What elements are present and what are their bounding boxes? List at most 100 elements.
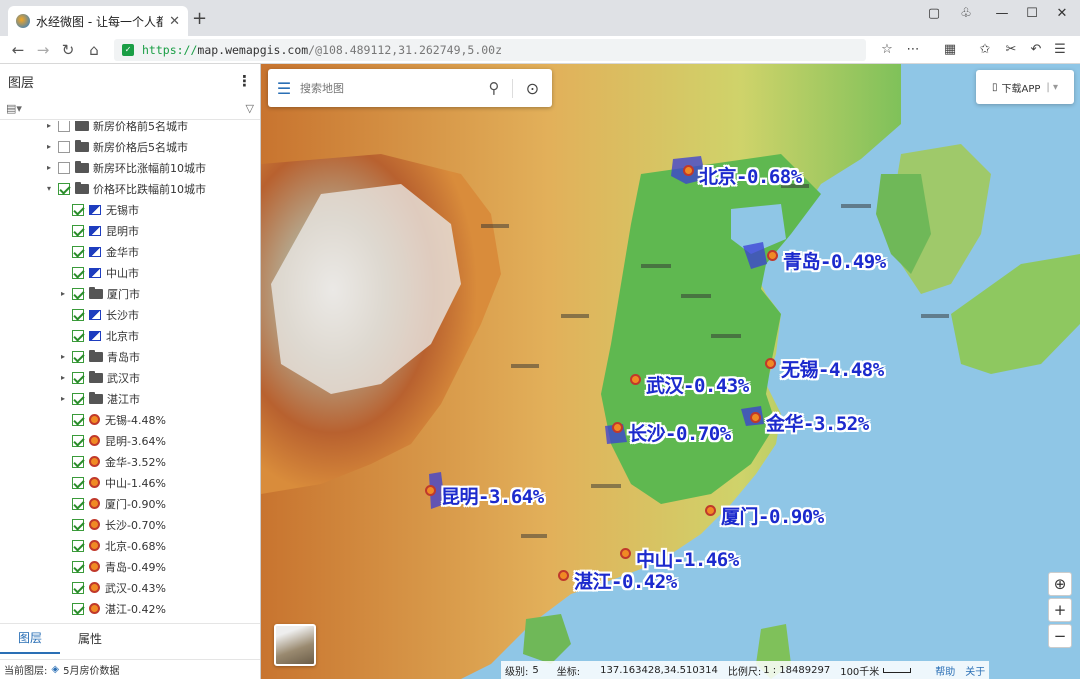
tab-properties[interactable]: 属性 (60, 625, 120, 653)
basemap-switcher-thumbnail[interactable] (274, 624, 316, 666)
layer-tree-item[interactable]: 中山-1.46% (0, 472, 166, 493)
layer-visibility-checkbox[interactable] (72, 560, 84, 573)
maximize-icon[interactable]: ☐ (1016, 0, 1048, 26)
close-tab-icon[interactable]: ✕ (169, 14, 180, 29)
layer-visibility-checkbox[interactable] (72, 518, 84, 531)
layer-tree-item[interactable]: 青岛-0.49% (0, 556, 166, 577)
layer-visibility-checkbox[interactable] (72, 245, 84, 258)
city-marker-icon[interactable] (630, 374, 641, 385)
layer-visibility-checkbox[interactable] (58, 121, 70, 132)
map-menu-icon[interactable]: ☰ (268, 79, 300, 98)
map-search-input[interactable] (300, 81, 476, 95)
layer-visibility-checkbox[interactable] (72, 371, 84, 384)
scissors-icon[interactable]: ✂ (1001, 40, 1021, 60)
layer-tree-item[interactable]: 无锡市 (0, 199, 139, 220)
browser-menu-icon[interactable]: ☰ (1050, 40, 1070, 60)
layer-tree-item[interactable]: 昆明-3.64% (0, 430, 166, 451)
filter-icon[interactable]: ▽ (246, 102, 254, 115)
layer-visibility-checkbox[interactable] (72, 203, 84, 216)
layer-tree-item[interactable]: 金华市 (0, 241, 139, 262)
layer-visibility-checkbox[interactable] (72, 539, 84, 552)
layer-visibility-checkbox[interactable] (72, 224, 84, 237)
browser-tab[interactable]: 水经微图 - 让每一个人都有自 ✕ (8, 6, 188, 36)
close-window-icon[interactable]: ✕ (1046, 0, 1078, 26)
layer-visibility-checkbox[interactable] (72, 455, 84, 468)
skin-icon[interactable]: ♧ (950, 0, 982, 26)
layer-tree-item[interactable]: 无锡-4.48% (0, 409, 166, 430)
layer-visibility-checkbox[interactable] (58, 161, 70, 174)
zoom-in-button[interactable]: + (1048, 598, 1072, 622)
layer-tree-item[interactable]: ▸ 武汉市 (0, 367, 140, 388)
layer-visibility-checkbox[interactable] (72, 434, 84, 447)
layer-tree-item[interactable]: 长沙-0.70% (0, 514, 166, 535)
layer-tree-item[interactable]: ▸ 青岛市 (0, 346, 140, 367)
layer-tree-item[interactable]: 中山市 (0, 262, 139, 283)
reload-icon[interactable]: ↻ (58, 40, 78, 60)
layer-visibility-checkbox[interactable] (72, 476, 84, 489)
more-dots-icon[interactable]: ⋯ (903, 40, 923, 60)
locate-me-icon[interactable]: ⊕ (1048, 572, 1072, 596)
layer-tree-item[interactable]: 武汉-0.43% (0, 577, 166, 598)
city-marker-icon[interactable] (683, 165, 694, 176)
layer-visibility-checkbox[interactable] (72, 497, 84, 510)
expand-arrow-icon[interactable]: ▸ (44, 163, 54, 172)
apps-grid-icon[interactable]: ▦ (940, 40, 960, 60)
layer-visibility-checkbox[interactable] (72, 329, 84, 342)
layer-visibility-checkbox[interactable] (58, 140, 70, 153)
panel-more-icon[interactable]: ⋮ (237, 72, 252, 90)
layer-tree-item[interactable]: ▸ 新房价格前5名城市 (0, 121, 188, 136)
layer-visibility-checkbox[interactable] (72, 392, 84, 405)
city-marker-icon[interactable] (620, 548, 631, 559)
about-link[interactable]: 关于 (965, 663, 985, 678)
layer-tree-item[interactable]: 厦门-0.90% (0, 493, 166, 514)
layer-tree-item[interactable]: 北京-0.68% (0, 535, 166, 556)
layer-visibility-checkbox[interactable] (72, 266, 84, 279)
city-marker-icon[interactable] (750, 412, 761, 423)
layer-tree-item[interactable]: ▸ 新房价格后5名城市 (0, 136, 188, 157)
city-marker-icon[interactable] (705, 505, 716, 516)
city-marker-icon[interactable] (767, 250, 778, 261)
layer-tree-item[interactable]: ▾ 价格环比跌幅前10城市 (0, 178, 206, 199)
layer-tree-item[interactable]: 北京市 (0, 325, 139, 346)
layer-tree-item[interactable]: 昆明市 (0, 220, 139, 241)
expand-arrow-icon[interactable]: ▸ (58, 352, 68, 361)
tab-layers[interactable]: 图层 (0, 624, 60, 654)
url-field[interactable]: ✓ https://map.wemapgis.com/@108.489112,3… (114, 39, 866, 61)
expand-arrow-icon[interactable]: ▾ (44, 184, 54, 193)
city-marker-icon[interactable] (612, 422, 623, 433)
layer-list-icon[interactable]: ▤▾ (6, 102, 22, 115)
expand-arrow-icon[interactable]: ▸ (58, 373, 68, 382)
undo-icon[interactable]: ↶ (1026, 40, 1046, 60)
back-icon[interactable]: ← (8, 40, 28, 60)
layer-visibility-checkbox[interactable] (72, 413, 84, 426)
layer-tree-item[interactable]: ▸ 新房环比涨幅前10城市 (0, 157, 206, 178)
location-pin-icon[interactable]: ⊙ (512, 78, 552, 98)
forward-icon[interactable]: → (33, 40, 53, 60)
search-icon[interactable]: ⚲ (476, 79, 512, 97)
layer-visibility-checkbox[interactable] (72, 581, 84, 594)
expand-arrow-icon[interactable]: ▸ (58, 289, 68, 298)
layer-visibility-checkbox[interactable] (72, 602, 84, 615)
expand-arrow-icon[interactable]: ▸ (44, 121, 54, 130)
new-tab-icon[interactable]: + (192, 10, 207, 28)
layer-tree-item[interactable]: ▸ 湛江市 (0, 388, 140, 409)
layer-tree-item[interactable]: 长沙市 (0, 304, 139, 325)
layer-visibility-checkbox[interactable] (72, 350, 84, 363)
download-app-button[interactable]: ▯ 下载APP | ▾ (976, 70, 1074, 104)
layer-visibility-checkbox[interactable] (58, 182, 70, 195)
layer-tree-item[interactable]: 湛江-0.42% (0, 598, 166, 619)
minimize-icon[interactable]: — (986, 0, 1018, 26)
expand-arrow-icon[interactable]: ▸ (58, 394, 68, 403)
home-icon[interactable]: ⌂ (84, 40, 104, 60)
bookmark-star-icon[interactable]: ☆ (877, 40, 897, 60)
map-canvas[interactable]: ☰ ⚲ ⊙ ▯ 下载APP | ▾ 北京-0.68% 青岛-0.49% 无锡-4.4… (261, 64, 1080, 679)
city-marker-icon[interactable] (425, 485, 436, 496)
expand-arrow-icon[interactable]: ▸ (44, 142, 54, 151)
tab-list-icon[interactable]: ▢ (918, 0, 950, 26)
layer-tree-item[interactable]: 金华-3.52% (0, 451, 166, 472)
city-marker-icon[interactable] (558, 570, 569, 581)
city-marker-icon[interactable] (765, 358, 776, 369)
help-link[interactable]: 帮助 (935, 663, 955, 678)
zoom-out-button[interactable]: − (1048, 624, 1072, 648)
layer-visibility-checkbox[interactable] (72, 308, 84, 321)
